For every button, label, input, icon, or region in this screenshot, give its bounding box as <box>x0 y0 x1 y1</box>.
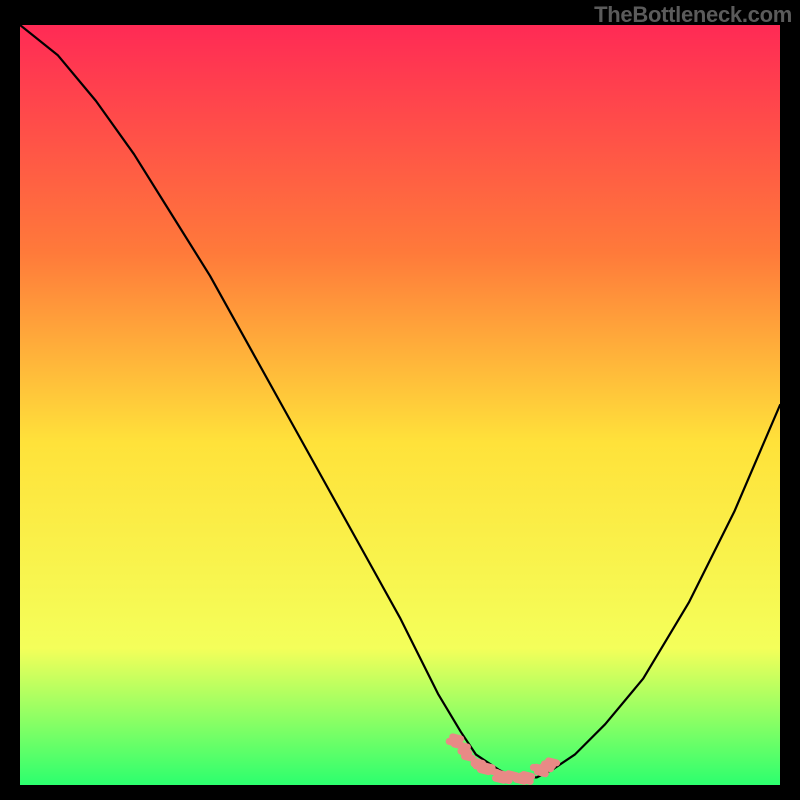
highlight-marker <box>489 771 497 773</box>
highlight-marker <box>537 772 545 774</box>
highlight-marker <box>465 756 473 758</box>
highlight-marker <box>522 779 530 781</box>
plot-area <box>20 25 780 785</box>
highlight-marker <box>524 775 532 777</box>
highlight-marker <box>549 761 557 763</box>
plot-svg <box>20 25 780 785</box>
highlight-marker <box>453 737 461 739</box>
highlight-marker <box>461 751 469 753</box>
gradient-background <box>20 25 780 785</box>
bottleneck-chart: TheBottleneck.com <box>0 0 800 800</box>
highlight-marker <box>454 744 462 746</box>
